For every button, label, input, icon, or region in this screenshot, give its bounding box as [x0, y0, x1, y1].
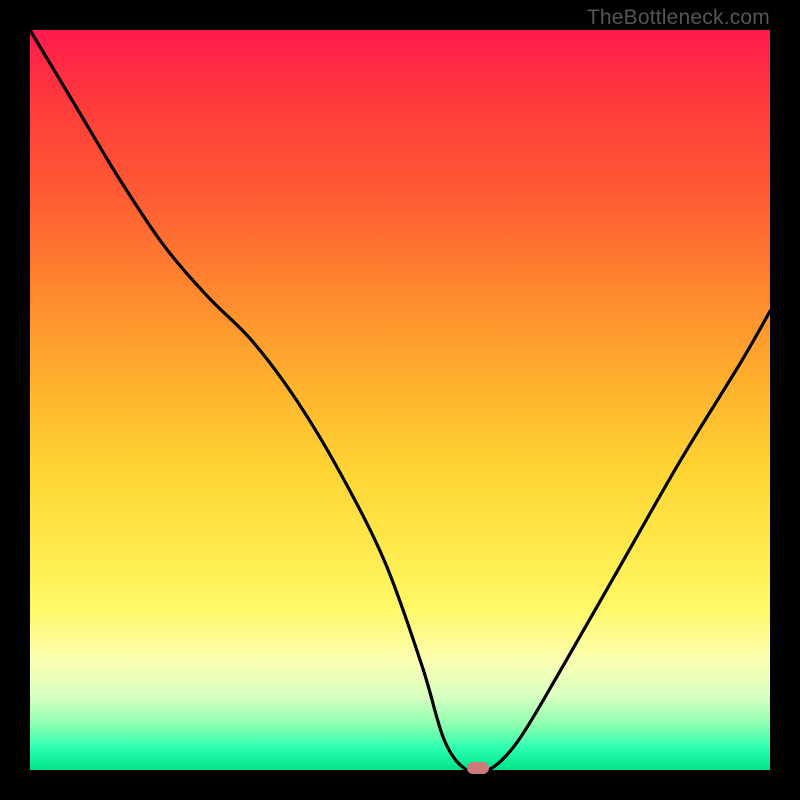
watermark-text: TheBottleneck.com	[587, 6, 770, 30]
chart-frame: TheBottleneck.com	[0, 0, 800, 800]
optimal-marker	[467, 762, 489, 774]
bottleneck-curve	[30, 30, 770, 770]
